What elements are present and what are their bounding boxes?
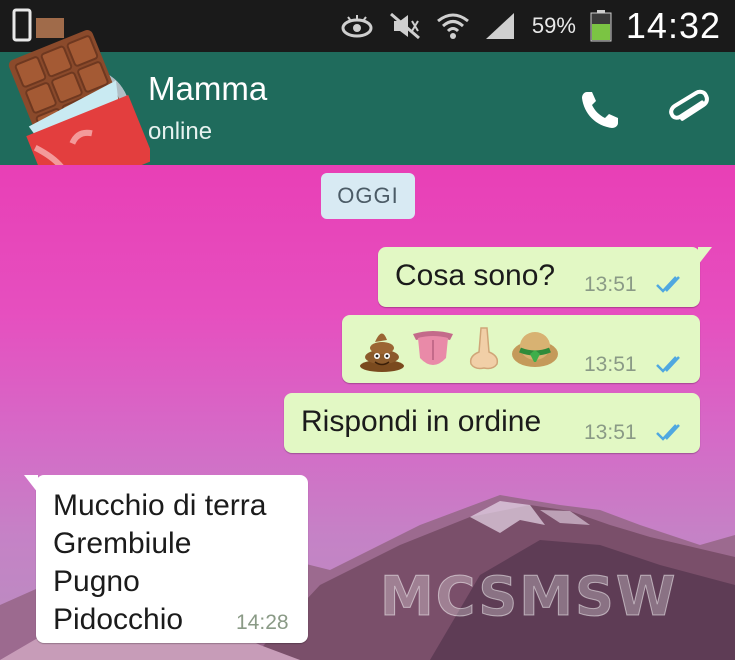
message-bubble-outgoing[interactable]: Cosa sono? 13:51: [378, 247, 712, 307]
hat-emoji: [512, 332, 558, 367]
read-ticks-icon: [656, 424, 680, 441]
contact-name[interactable]: Mamma: [148, 70, 267, 108]
message-time: 14:28: [236, 611, 289, 634]
message-time: 13:51: [584, 353, 637, 376]
eye-icon: [341, 15, 373, 38]
contact-status: online: [148, 118, 213, 145]
message-bubble-incoming[interactable]: Mucchio di terra Grembiule Pugno Pidocch…: [24, 475, 308, 643]
message-text: Cosa sono?: [395, 259, 556, 292]
paperclip-icon[interactable]: [664, 86, 714, 136]
read-ticks-icon: [656, 276, 680, 293]
message-line: Pidocchio: [53, 603, 184, 636]
date-chip: OGGI: [321, 173, 415, 219]
mute-icon: [389, 12, 420, 40]
message-line: Grembiule: [53, 527, 192, 560]
message-time: 13:51: [584, 421, 637, 444]
message-text: Mucchio di terra Grembiule Pugno Pidocch…: [53, 487, 266, 639]
read-ticks-icon: [656, 356, 680, 373]
pile-of-poo-emoji: [360, 333, 404, 372]
wifi-icon: [436, 13, 469, 39]
message-line: Mucchio di terra: [53, 489, 267, 522]
message-bubble-outgoing[interactable]: 13:51: [342, 315, 700, 383]
chat-area[interactable]: OGGI Cosa sono? 13:51 13:51 Rispondi in …: [0, 165, 735, 660]
message-time: 13:51: [584, 273, 637, 296]
message-text: Rispondi in ordine: [301, 405, 542, 438]
battery-icon: [590, 10, 612, 42]
phone-icon[interactable]: [578, 88, 622, 132]
clock: 14:32: [625, 5, 721, 46]
tongue-emoji: [413, 331, 453, 365]
battery-percent: 59%: [531, 13, 576, 38]
watermark: MCSMSW: [379, 565, 678, 629]
message-line: Pugno: [53, 565, 140, 598]
nose-emoji: [469, 327, 499, 370]
message-bubble-outgoing[interactable]: Rispondi in ordine 13:51: [284, 393, 700, 453]
signal-icon: [485, 13, 514, 39]
